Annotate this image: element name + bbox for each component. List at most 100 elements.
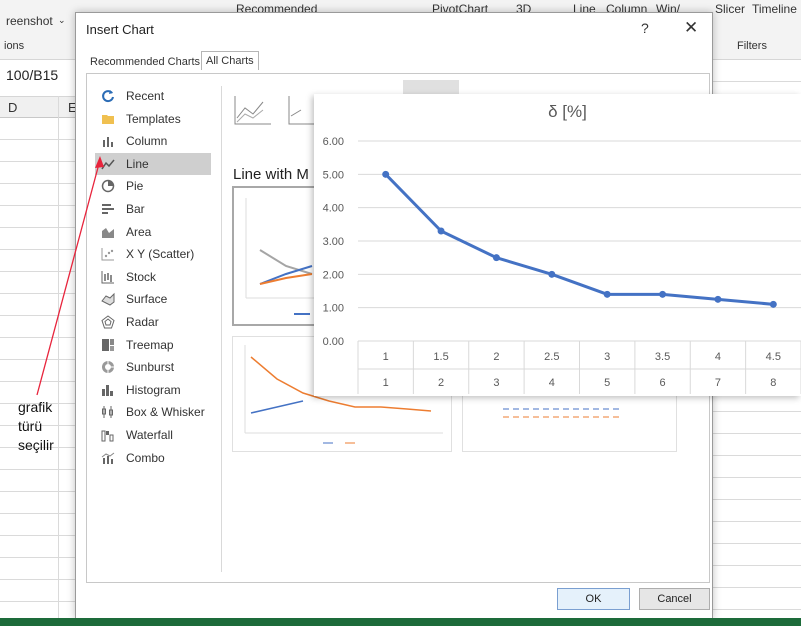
x-tick-label-level2: 6 [660,377,666,389]
tab-recommended-charts[interactable]: Recommended Charts [86,53,204,71]
chart-type-area[interactable]: Area [87,221,221,244]
x-tick-label-level2: 3 [493,377,499,389]
series-line [384,173,774,306]
pie-chart-icon [101,180,115,193]
data-point [769,300,777,308]
subtype-name: Line with M [233,166,309,183]
options-group-label: ions [4,40,25,52]
annotation-line-2: türü [18,418,43,434]
chart-type-scatter[interactable]: X Y (Scatter) [87,243,221,266]
filters-group-label: Filters [737,40,767,52]
x-tick-label: 4.5 [766,351,781,363]
chart-type-label: Box & Whisker [126,405,205,420]
chart-type-label: Line [126,156,149,171]
name-box[interactable]: 100/B15 [0,64,76,88]
tab-all-charts[interactable]: All Charts [201,51,259,70]
stock-chart-icon [101,270,114,284]
chart-type-recent[interactable]: Recent [87,85,221,108]
column-header-d[interactable]: D [8,100,17,115]
annotation-line-1: grafik [18,399,53,415]
ok-button[interactable]: OK [557,588,630,610]
pane-divider [221,86,222,572]
data-point [382,170,390,178]
cancel-button[interactable]: Cancel [639,588,710,610]
chart-type-surface[interactable]: Surface [87,288,221,311]
chart-type-treemap[interactable]: Treemap [87,334,221,357]
line-chart: 0.00 1.00 2.00 3.00 4.00 5.00 6.00 1 1 1.5 2 2 3 2.5… [323,136,801,394]
chart-type-label: Sunburst [126,360,175,375]
help-icon[interactable]: ? [641,20,649,36]
y-tick-label: 0.00 [323,336,344,348]
line-chart-icon [101,159,115,170]
screenshot-dropdown-icon[interactable]: ⌄ [58,15,66,26]
chart-type-label: Recent [126,89,165,103]
scatter-chart-icon [101,248,114,261]
chart-type-histogram[interactable]: Histogram [87,379,221,402]
timeline-button[interactable]: Timeline [752,2,797,16]
x-tick-label-level2: 5 [604,377,610,389]
chart-type-radar[interactable]: Radar [87,311,221,334]
x-tick-label: 3 [604,351,610,363]
y-tick-label: 2.00 [323,269,344,281]
waterfall-icon [101,430,114,442]
y-tick-label: 6.00 [323,136,344,148]
bar-chart-icon [102,203,114,214]
chart-type-waterfall[interactable]: Waterfall [87,424,221,447]
y-tick-label: 4.00 [323,203,344,215]
slicer-button[interactable]: Slicer [715,2,745,16]
y-tick-label: 5.00 [323,169,344,181]
x-tick-label-level2: 7 [715,377,721,389]
x-tick-label: 3.5 [655,351,670,363]
chart-type-bar[interactable]: Bar [87,198,221,221]
x-tick-label-level2: 2 [438,377,444,389]
series-lines [382,170,777,308]
data-point [437,227,445,235]
chart-type-templates[interactable]: Templates [87,108,221,131]
gridlines [357,140,801,394]
x-tick-label: 1 [383,351,389,363]
chart-type-list: Recent Templates Column Line Pie Bar Are… [87,85,221,469]
x-tick-label: 1.5 [433,351,448,363]
treemap-icon [102,338,114,351]
chart-type-box-whisker[interactable]: Box & Whisker [87,401,221,424]
data-point [659,290,667,298]
x-tick-label-level2: 8 [770,377,776,389]
chart-type-stock[interactable]: Stock [87,266,221,289]
chart-type-sunburst[interactable]: Sunburst [87,356,221,379]
line-subtype-icon [234,96,271,125]
data-point [548,270,556,278]
close-icon[interactable]: ✕ [684,18,698,38]
chart-type-label: Templates [126,111,181,126]
chart-type-pie[interactable]: Pie [87,175,221,198]
sunburst-icon [102,361,114,374]
chart-type-label: Waterfall [126,427,173,442]
chart-type-line[interactable]: Line [95,152,211,176]
recent-icon [102,90,114,103]
grid-column-line [58,96,59,620]
x-tick-label: 2.5 [544,351,559,363]
worksheet-grid[interactable] [0,118,76,620]
chart-type-label: Surface [126,292,168,307]
line-subtype-basic[interactable] [233,92,273,128]
status-bar [0,618,801,626]
y-tick-label: 1.00 [323,303,344,315]
chart-type-label: Radar [126,314,159,329]
histogram-icon [102,384,113,396]
chart-type-label: Column [126,134,168,149]
surface-chart-icon [101,293,115,306]
screenshot-button[interactable]: reenshot [6,14,53,28]
y-tick-label: 3.00 [323,236,344,248]
y-axis-ticks: 0.00 1.00 2.00 3.00 4.00 5.00 6.00 [323,136,344,348]
combo-chart-icon [101,452,115,464]
chart-type-label: Treemap [126,337,174,352]
chart-type-label: Bar [126,201,145,216]
dialog-title: Insert Chart [86,22,154,37]
chart-type-combo[interactable]: Combo [87,447,221,470]
chart-preview-popup: δ [%] 0.00 1.00 2.00 3.00 4.00 5.00 6.00 1 1 1.5… [314,94,801,396]
x-tick-label: 2 [493,351,499,363]
column-headers: D E [0,96,77,118]
x-axis-ticks: 1 1 1.5 2 2 3 2.5 4 3 5 3.5 6 4 7 4.5 8 [383,351,781,389]
chart-type-column[interactable]: Column [87,130,221,153]
chart-type-label: Area [126,224,152,239]
area-chart-icon [102,227,114,238]
